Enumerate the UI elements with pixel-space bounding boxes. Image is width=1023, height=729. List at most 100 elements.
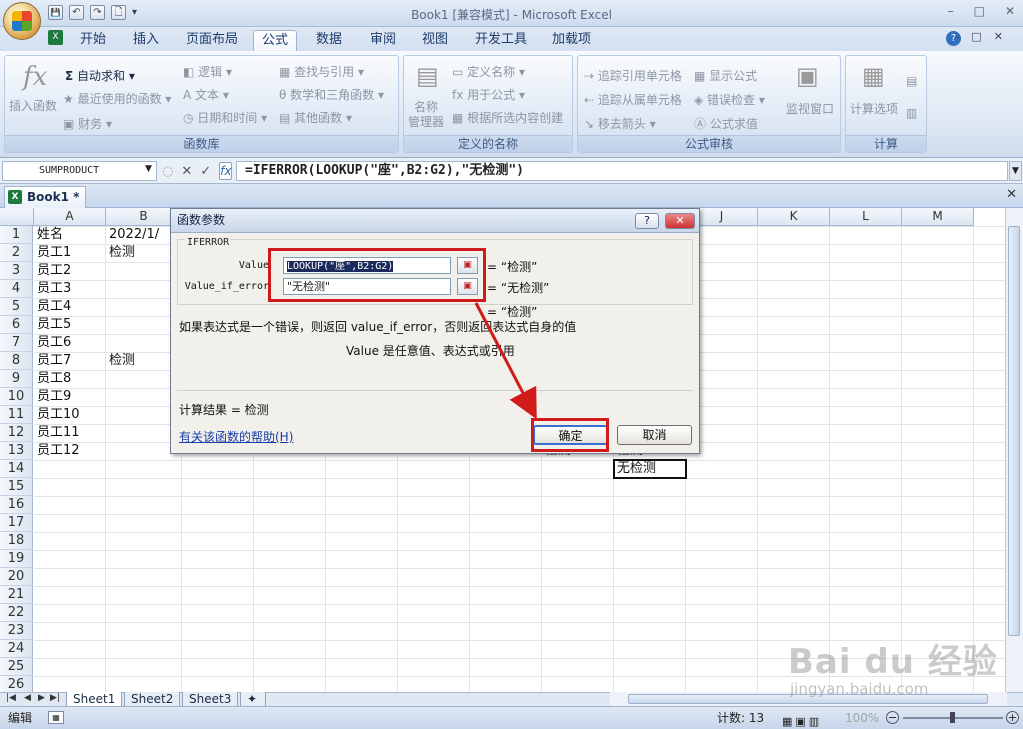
show-formulas-button[interactable]: ▦ 显示公式 bbox=[694, 67, 757, 84]
row-header-15[interactable]: 15 bbox=[0, 478, 33, 496]
define-name-button[interactable]: ▭ 定义名称 ▾ bbox=[452, 63, 525, 80]
tab-data[interactable]: 数据 bbox=[308, 30, 350, 51]
row-header-24[interactable]: 24 bbox=[0, 640, 33, 658]
insert-function-button[interactable]: 插入函数 bbox=[9, 97, 57, 114]
tab-page-layout[interactable]: 页面布局 bbox=[178, 30, 246, 51]
recent-functions-button[interactable]: ★ 最近使用的函数 ▾ bbox=[63, 90, 171, 107]
name-box[interactable]: SUMPRODUCT bbox=[2, 161, 157, 181]
row-header-3[interactable]: 3 bbox=[0, 262, 33, 280]
tab-home[interactable]: 开始 bbox=[72, 30, 114, 51]
cell-a7[interactable]: 员工6 bbox=[37, 334, 71, 352]
value-if-error-input[interactable]: "无检测" bbox=[283, 278, 451, 295]
first-sheet-icon[interactable]: |◀ bbox=[6, 693, 16, 703]
row-header-8[interactable]: 8 bbox=[0, 352, 33, 370]
ribbon-window-controls[interactable]: –□✕ bbox=[954, 30, 1015, 43]
insert-function-fx-icon[interactable]: fx bbox=[219, 162, 233, 180]
maximize-button[interactable]: □ bbox=[974, 4, 985, 18]
macro-record-icon[interactable]: ▦ bbox=[48, 711, 64, 724]
row-header-12[interactable]: 12 bbox=[0, 424, 33, 442]
cancel-icon[interactable]: ✕ bbox=[181, 164, 192, 179]
cell-b1[interactable]: 2022/1/ bbox=[109, 226, 159, 244]
watch-window-button[interactable]: 监视窗口 bbox=[786, 100, 834, 117]
tab-developer[interactable]: 开发工具 bbox=[467, 30, 535, 51]
row-header-19[interactable]: 19 bbox=[0, 550, 33, 568]
cell-a9[interactable]: 员工8 bbox=[37, 370, 71, 388]
dialog-close-button[interactable]: ✕ bbox=[665, 213, 695, 229]
row-header-23[interactable]: 23 bbox=[0, 622, 33, 640]
expand-formula-bar-icon[interactable]: ▼ bbox=[1009, 161, 1022, 181]
evaluate-formula-button[interactable]: Ⓐ 公式求值 bbox=[694, 115, 758, 132]
row-header-9[interactable]: 9 bbox=[0, 370, 33, 388]
formula-options-icon[interactable]: ◌ bbox=[162, 164, 173, 179]
zoom-out-icon[interactable]: − bbox=[886, 711, 899, 724]
column-header-l[interactable]: L bbox=[830, 208, 902, 226]
cell-a13[interactable]: 员工12 bbox=[37, 442, 80, 460]
calculate-now-icon[interactable]: ▤ bbox=[906, 74, 917, 88]
next-sheet-icon[interactable]: ▶ bbox=[38, 693, 45, 703]
row-header-18[interactable]: 18 bbox=[0, 532, 33, 550]
row-header-11[interactable]: 11 bbox=[0, 406, 33, 424]
last-sheet-icon[interactable]: ▶| bbox=[50, 693, 60, 703]
cell-b2[interactable]: 检测 bbox=[109, 244, 135, 262]
autosum-button[interactable]: Σ 自动求和 ▾ bbox=[65, 67, 135, 84]
zoom-in-icon[interactable]: + bbox=[1006, 711, 1019, 724]
datetime-button[interactable]: ◷ 日期和时间 ▾ bbox=[183, 109, 267, 126]
workbook-close-icon[interactable]: ✕ bbox=[1006, 187, 1017, 202]
cancel-button[interactable]: 取消 bbox=[617, 425, 692, 445]
cell-a1[interactable]: 姓名 bbox=[37, 226, 63, 244]
row-header-14[interactable]: 14 bbox=[0, 460, 33, 478]
ok-button[interactable]: 确定 bbox=[533, 425, 608, 445]
select-all-corner[interactable] bbox=[0, 208, 34, 226]
row-header-5[interactable]: 5 bbox=[0, 298, 33, 316]
row-header-21[interactable]: 21 bbox=[0, 586, 33, 604]
other-functions-button[interactable]: ▤ 其他函数 ▾ bbox=[279, 109, 352, 126]
row-header-13[interactable]: 13 bbox=[0, 442, 33, 460]
text-button[interactable]: A 文本 ▾ bbox=[183, 86, 229, 103]
tab-formulas[interactable]: 公式 bbox=[253, 30, 298, 51]
use-in-formula-button[interactable]: fx 用于公式 ▾ bbox=[452, 86, 525, 103]
column-header-k[interactable]: K bbox=[758, 208, 830, 226]
tab-insert[interactable]: 插入 bbox=[125, 30, 167, 51]
column-header-a[interactable]: A bbox=[34, 208, 106, 226]
prev-sheet-icon[interactable]: ◀ bbox=[24, 693, 31, 703]
insert-sheet-icon[interactable]: ✦ bbox=[240, 692, 266, 707]
financial-button[interactable]: ▣ 财务 ▾ bbox=[63, 115, 112, 132]
remove-arrows-button[interactable]: ↘ 移去箭头 ▾ bbox=[584, 115, 656, 132]
row-header-4[interactable]: 4 bbox=[0, 280, 33, 298]
cell-a8[interactable]: 员工7 bbox=[37, 352, 71, 370]
row-header-10[interactable]: 10 bbox=[0, 388, 33, 406]
cell-a3[interactable]: 员工2 bbox=[37, 262, 71, 280]
cell-a11[interactable]: 员工10 bbox=[37, 406, 80, 424]
zoom-level[interactable]: 100% bbox=[845, 707, 879, 729]
row-header-17[interactable]: 17 bbox=[0, 514, 33, 532]
zoom-slider-thumb[interactable] bbox=[950, 712, 955, 723]
cell-a12[interactable]: 员工11 bbox=[37, 424, 80, 442]
cell-a4[interactable]: 员工3 bbox=[37, 280, 71, 298]
column-header-m[interactable]: M bbox=[902, 208, 974, 226]
trace-dependents-button[interactable]: ⇠ 追踪从属单元格 bbox=[584, 91, 682, 108]
value-collapse-icon[interactable]: ▣ bbox=[457, 257, 478, 274]
error-checking-button[interactable]: ◈ 错误检查 ▾ bbox=[694, 91, 765, 108]
workbook-tab[interactable]: X Book1 * bbox=[4, 186, 87, 208]
tab-view[interactable]: 视图 bbox=[414, 30, 456, 51]
logical-button[interactable]: ◧ 逻辑 ▾ bbox=[183, 63, 232, 80]
name-box-dropdown-icon[interactable]: ▼ bbox=[145, 164, 152, 174]
calculation-options-button[interactable]: 计算选项 bbox=[850, 100, 898, 117]
cell-a6[interactable]: 员工5 bbox=[37, 316, 71, 334]
enter-icon[interactable]: ✓ bbox=[200, 164, 211, 179]
close-button[interactable]: ✕ bbox=[1005, 4, 1015, 18]
vertical-scroll-thumb[interactable] bbox=[1008, 226, 1020, 636]
sheet-tab-sheet1[interactable]: Sheet1 bbox=[66, 692, 123, 707]
math-button[interactable]: θ 数学和三角函数 ▾ bbox=[279, 86, 384, 103]
cell-a2[interactable]: 员工1 bbox=[37, 244, 71, 262]
minimize-button[interactable]: – bbox=[948, 4, 954, 18]
calculate-sheet-icon[interactable]: ▥ bbox=[906, 106, 917, 120]
row-header-7[interactable]: 7 bbox=[0, 334, 33, 352]
sheet-tab-sheet2[interactable]: Sheet2 bbox=[124, 692, 181, 707]
tab-addins[interactable]: 加载项 bbox=[544, 30, 599, 51]
lookup-button[interactable]: ▦ 查找与引用 ▾ bbox=[279, 63, 364, 80]
trace-precedents-button[interactable]: ⇢ 追踪引用单元格 bbox=[584, 67, 682, 84]
row-header-25[interactable]: 25 bbox=[0, 658, 33, 676]
row-header-22[interactable]: 22 bbox=[0, 604, 33, 622]
dialog-help-button[interactable]: ? bbox=[635, 213, 659, 229]
